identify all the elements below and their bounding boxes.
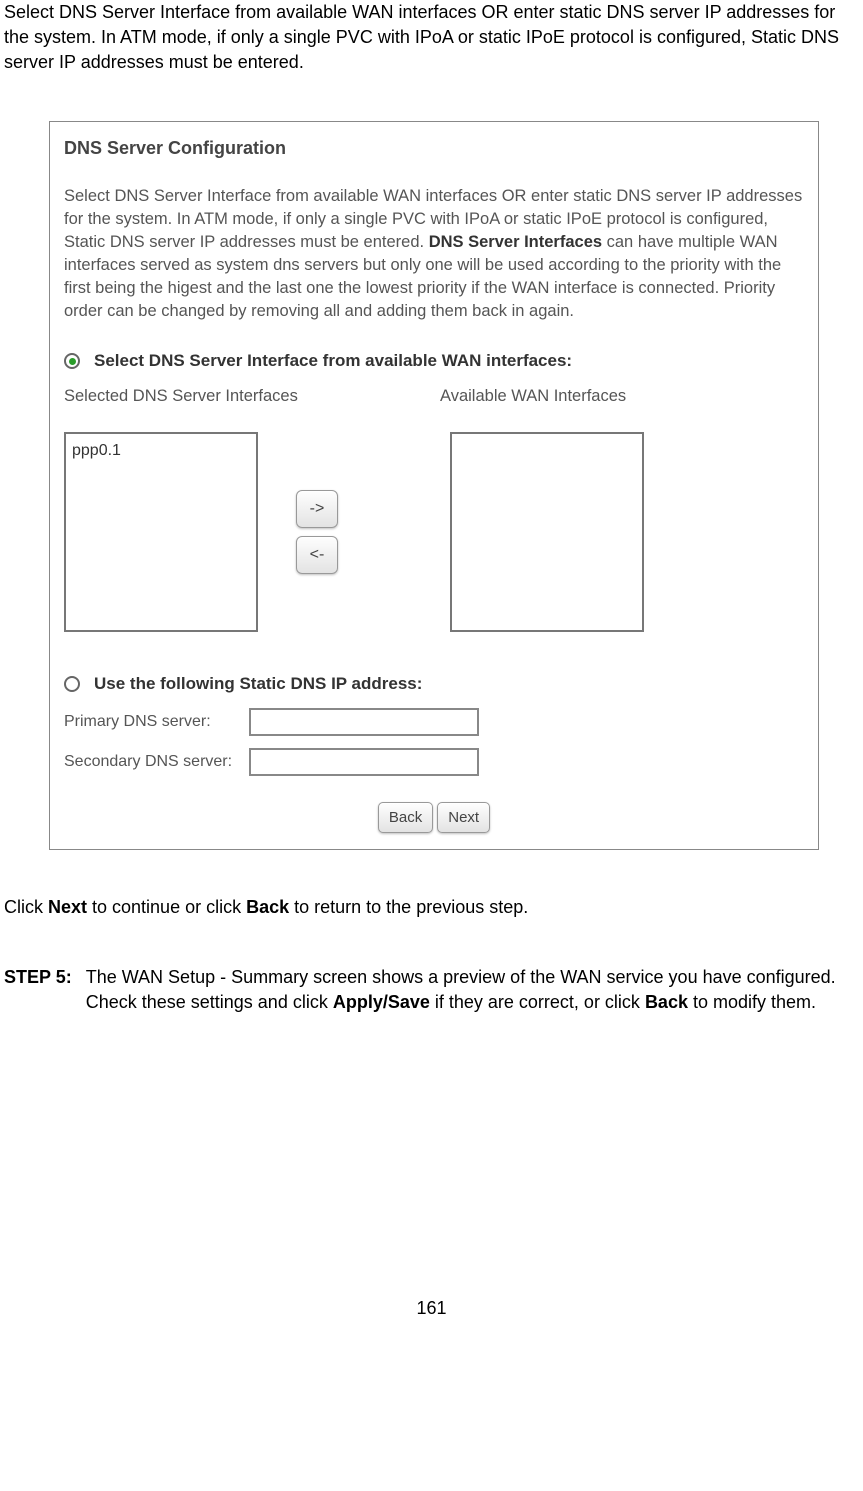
available-interfaces-listbox[interactable] [450,432,644,632]
shuttle-container: ppp0.1 -> <- [64,432,804,632]
panel-title: DNS Server Configuration [64,136,804,161]
radio-select-interface[interactable] [64,353,80,369]
radio-dot-icon [69,358,76,365]
text: to return to the previous step. [289,897,528,917]
listbox-labels-row: Selected DNS Server Interfaces Available… [64,385,804,408]
move-right-button[interactable]: -> [296,490,338,528]
radio-static-dns-row[interactable]: Use the following Static DNS IP address: [64,672,804,696]
text: if they are correct, or click [430,992,645,1012]
back-button[interactable]: Back [378,802,433,833]
text: to continue or click [87,897,246,917]
dns-config-panel: DNS Server Configuration Select DNS Serv… [49,121,819,850]
intro-paragraph: Select DNS Server Interface from availab… [4,0,859,76]
page-number: 161 [4,1296,859,1321]
panel-nav-buttons: Back Next [64,802,804,833]
radio-static-dns-label: Use the following Static DNS IP address: [94,672,422,696]
step5-label: STEP 5: [4,965,72,990]
selected-interfaces-listbox[interactable]: ppp0.1 [64,432,258,632]
available-wan-label: Available WAN Interfaces [434,385,804,408]
click-next-paragraph: Click Next to continue or click Back to … [4,895,859,920]
apply-save-bold: Apply/Save [333,992,430,1012]
text: Click [4,897,48,917]
primary-dns-label: Primary DNS server: [64,711,249,733]
back-bold: Back [246,897,289,917]
panel-desc-bold: DNS Server Interfaces [429,233,602,251]
step5-row: STEP 5: The WAN Setup - Summary screen s… [4,965,859,1015]
primary-dns-input[interactable] [249,708,479,736]
next-bold: Next [48,897,87,917]
move-left-button[interactable]: <- [296,536,338,574]
next-button[interactable]: Next [437,802,490,833]
primary-dns-row: Primary DNS server: [64,708,804,736]
secondary-dns-label: Secondary DNS server: [64,751,249,773]
secondary-dns-input[interactable] [249,748,479,776]
panel-description: Select DNS Server Interface from availab… [64,185,804,324]
secondary-dns-row: Secondary DNS server: [64,748,804,776]
back-bold: Back [645,992,688,1012]
radio-static-dns[interactable] [64,676,80,692]
radio-select-interface-row[interactable]: Select DNS Server Interface from availab… [64,349,804,373]
radio-select-interface-label: Select DNS Server Interface from availab… [94,349,572,373]
text: to modify them. [688,992,816,1012]
step5-text: The WAN Setup - Summary screen shows a p… [86,965,859,1015]
selected-dns-label: Selected DNS Server Interfaces [64,385,434,408]
list-item[interactable]: ppp0.1 [72,438,250,464]
